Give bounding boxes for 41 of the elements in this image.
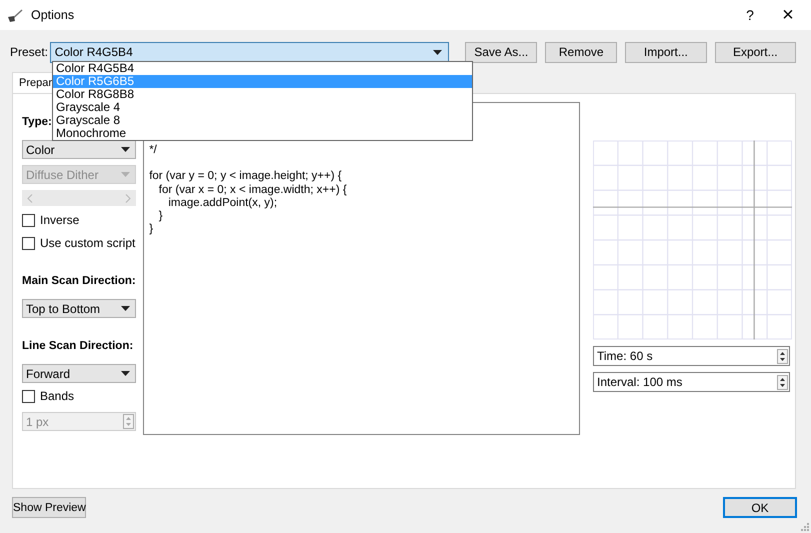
help-button[interactable]: ? <box>735 7 765 23</box>
dropdown-arrow-icon <box>121 147 130 152</box>
toolbar-button[interactable]: Import... <box>625 42 707 62</box>
section-heading: Main Scan Direction: <box>22 275 136 287</box>
section-heading: Line Scan Direction: <box>22 340 134 352</box>
code-line: for (var x = 0; x < image.width; x++) { <box>158 184 348 197</box>
resize-grip-icon[interactable] <box>801 523 809 531</box>
checkbox-label: Use custom script <box>40 236 136 250</box>
code-line: } <box>148 223 154 236</box>
dropdown-arrow-icon <box>121 172 130 177</box>
preset-label: Preset: <box>10 45 50 59</box>
preset-dropdown[interactable]: Color R4G5B4 <box>50 42 450 62</box>
toolbar-button[interactable]: Remove <box>545 42 618 62</box>
dropdown-option[interactable]: Color R4G5B4 <box>53 62 472 75</box>
toolbar-button[interactable]: Save As... <box>465 42 538 62</box>
close-button[interactable]: × <box>765 4 811 26</box>
code-line: image.addPoint(x, y); <box>167 196 278 210</box>
window-title: Options <box>31 8 74 22</box>
code-line: */ <box>148 144 158 158</box>
checkbox[interactable] <box>22 214 35 226</box>
code-line: } <box>158 210 164 224</box>
dropdown-arrow-icon <box>433 50 442 54</box>
dropdown[interactable]: Top to Bottom <box>22 299 136 318</box>
section-heading: Type: <box>22 116 52 128</box>
ok-button[interactable]: OK <box>723 497 797 518</box>
dropdown-arrow-icon <box>121 371 130 376</box>
checkbox-label: Inverse <box>40 213 80 227</box>
code-line: for (var y = 0; y < image.height; y++) { <box>148 170 343 184</box>
interval-spin-box[interactable]: Interval: 100 ms <box>593 372 790 392</box>
spin-arrows-icon[interactable] <box>777 374 788 390</box>
checkbox-label: Bands <box>40 389 74 403</box>
dropdown-arrow-icon <box>121 306 130 311</box>
dropdown[interactable]: Color <box>22 140 136 159</box>
broom-icon <box>8 8 25 22</box>
toolbar-button[interactable]: Export... <box>714 42 796 62</box>
checkbox[interactable] <box>22 390 35 402</box>
checkbox[interactable] <box>22 236 35 250</box>
time-spin-box[interactable]: Time: 60 s <box>593 346 790 366</box>
spin-arrows-icon[interactable] <box>777 348 788 364</box>
dropdown[interactable]: Forward <box>22 364 136 383</box>
show-preview-button[interactable]: Show Preview <box>12 497 86 518</box>
